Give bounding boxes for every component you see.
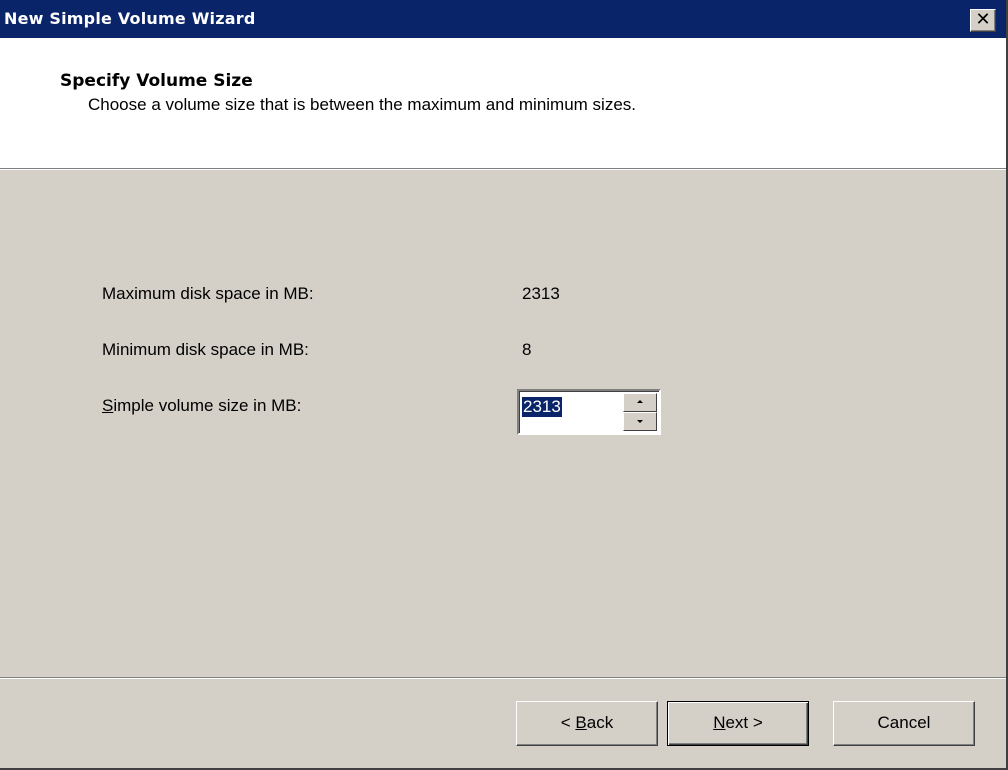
back-prefix: < bbox=[560, 713, 576, 732]
arrow-up-icon bbox=[637, 400, 643, 403]
cancel-button[interactable]: Cancel bbox=[833, 701, 975, 746]
spin-down-button[interactable] bbox=[623, 412, 657, 431]
spin-up-button[interactable] bbox=[623, 393, 657, 412]
window-title: New Simple Volume Wizard bbox=[4, 9, 256, 28]
max-space-value: 2313 bbox=[522, 284, 560, 303]
step-subtitle: Choose a volume size that is between the… bbox=[88, 95, 637, 114]
back-button[interactable]: < Back bbox=[516, 701, 658, 746]
close-icon: ✕ bbox=[975, 9, 991, 30]
close-button[interactable]: ✕ bbox=[970, 9, 996, 32]
volume-size-input[interactable]: 2313 bbox=[522, 397, 562, 417]
title-bar[interactable]: New Simple Volume Wizard ✕ bbox=[0, 0, 1006, 38]
step-title: Specify Volume Size bbox=[60, 71, 253, 91]
arrow-down-icon bbox=[637, 420, 643, 423]
next-button[interactable]: Next > bbox=[667, 701, 809, 746]
header-divider-highlight bbox=[0, 169, 1006, 170]
min-space-label: Minimum disk space in MB: bbox=[102, 340, 309, 359]
max-space-label: Maximum disk space in MB: bbox=[102, 284, 314, 303]
volume-size-label: Simple volume size in MB: bbox=[102, 396, 301, 416]
footer-divider-highlight bbox=[0, 678, 1006, 679]
wizard-window: New Simple Volume Wizard ✕ Specify Volum… bbox=[0, 0, 1008, 770]
min-space-value: 8 bbox=[522, 340, 532, 359]
back-mnemonic: B bbox=[575, 713, 587, 732]
volume-size-mnemonic: S bbox=[102, 396, 114, 415]
back-label: ack bbox=[586, 713, 614, 732]
volume-size-label-text: imple volume size in MB: bbox=[113, 396, 302, 415]
volume-size-stepper[interactable]: 2313 bbox=[517, 389, 661, 435]
next-mnemonic: N bbox=[713, 713, 726, 732]
next-label: ext > bbox=[725, 713, 763, 732]
